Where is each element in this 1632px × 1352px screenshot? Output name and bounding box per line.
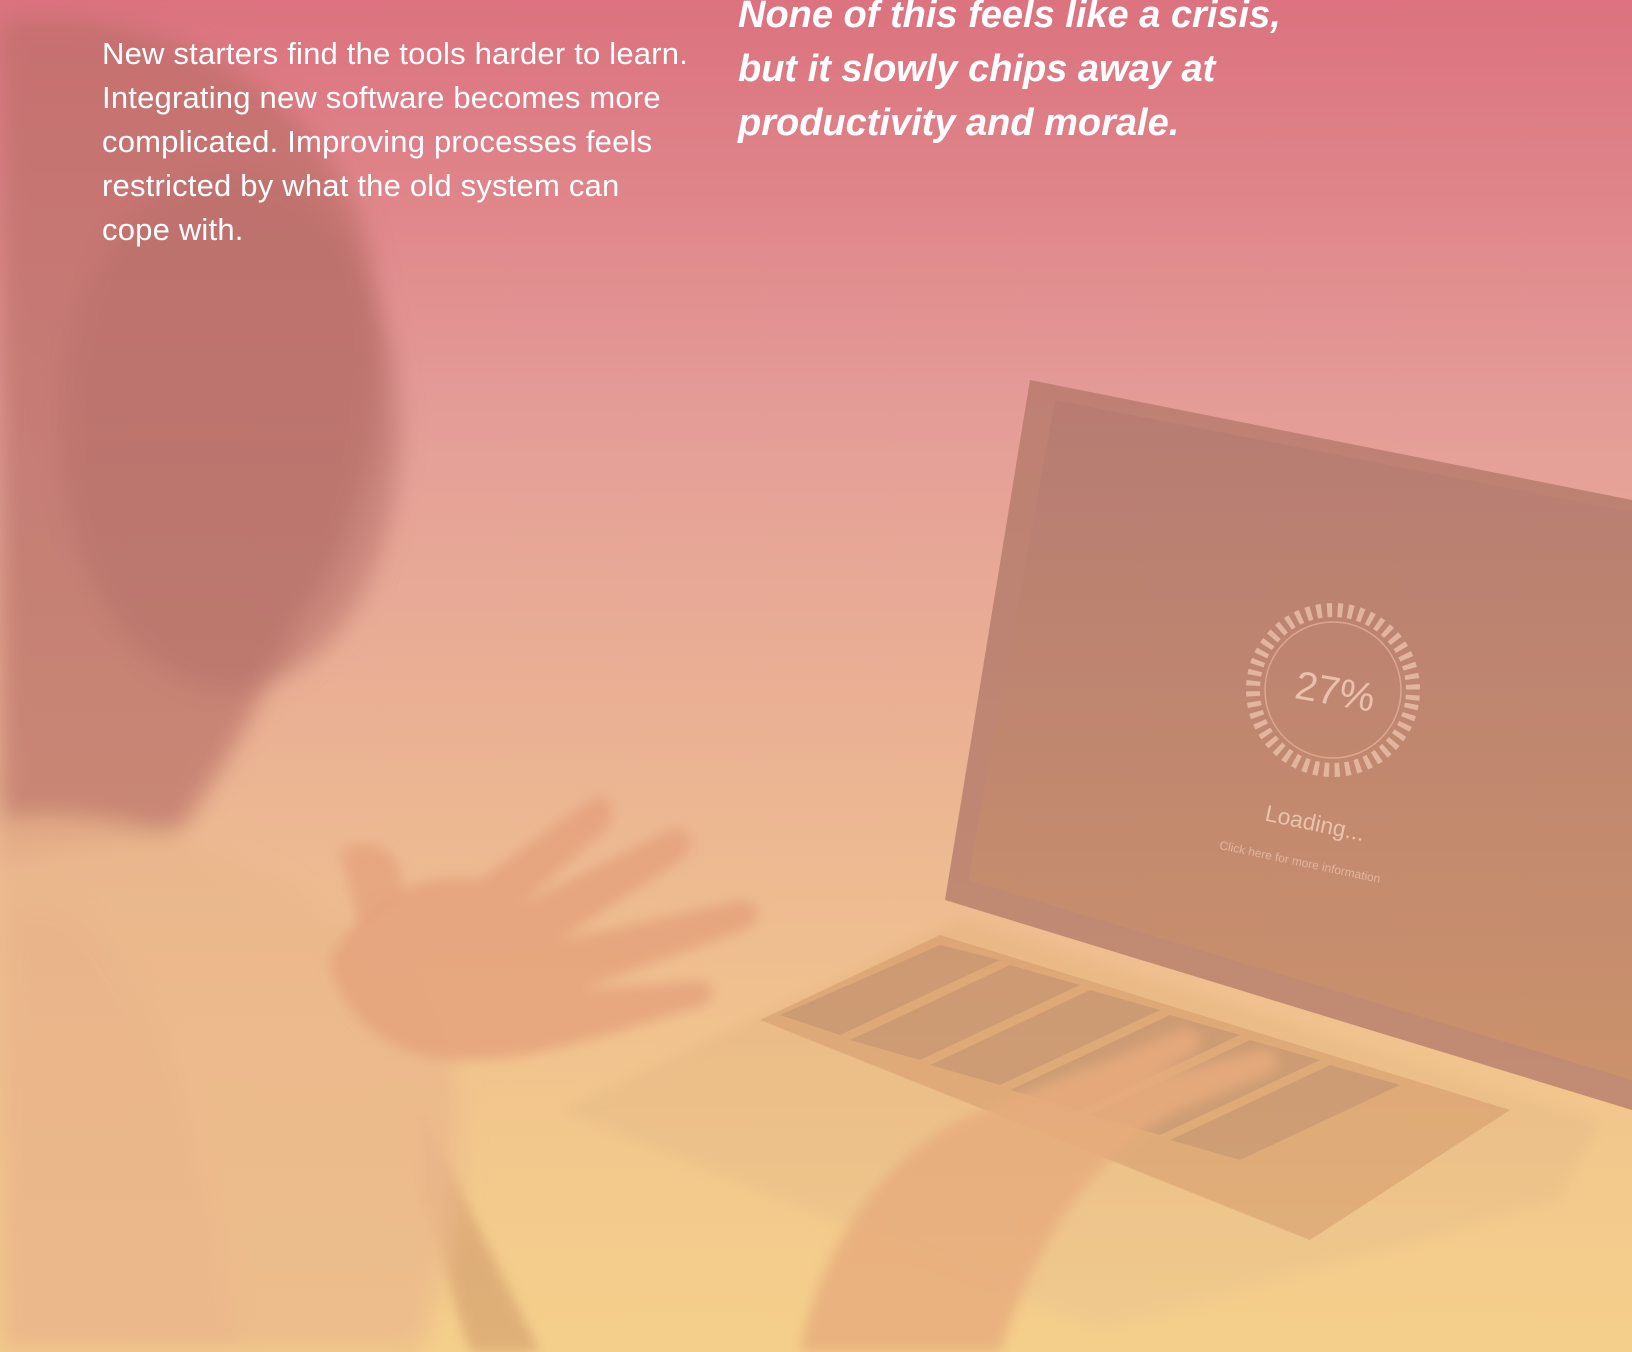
left-hand bbox=[330, 797, 758, 1061]
body-paragraph: New starters find the tools harder to le… bbox=[102, 36, 689, 247]
pull-quote: None of this feels like a crisis, but it… bbox=[738, 0, 1281, 144]
